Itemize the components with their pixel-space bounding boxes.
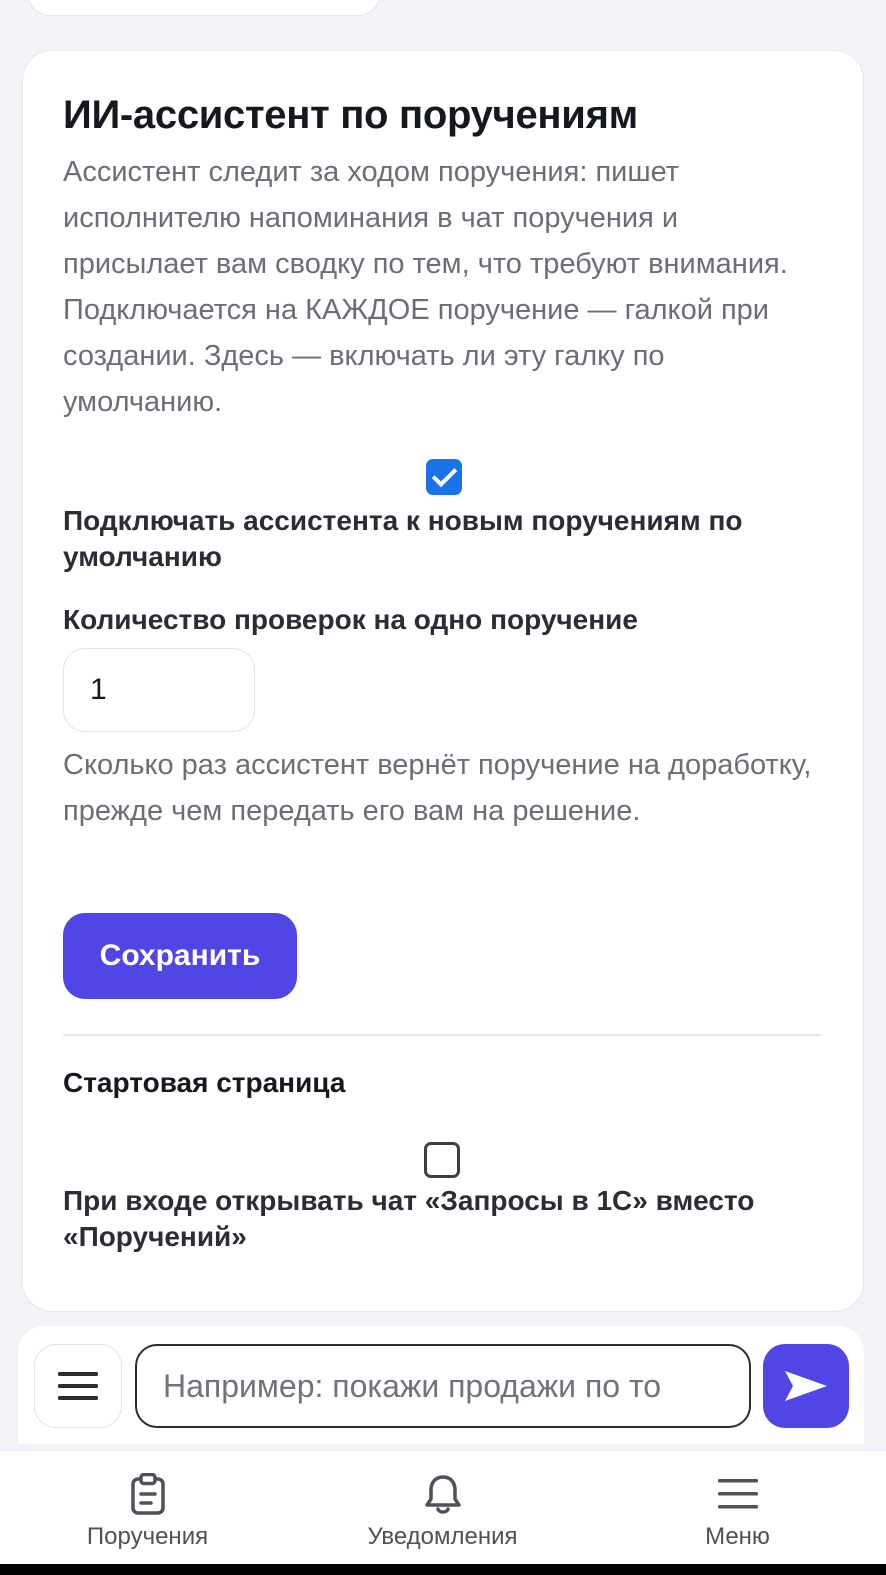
nav-notifications-label: Уведомления xyxy=(367,1523,518,1550)
assistant-settings-card: ИИ-ассистент по поручениям Ассистент сле… xyxy=(22,50,864,1312)
composer-menu-button[interactable] xyxy=(34,1344,122,1428)
nav-menu-label: Меню xyxy=(705,1523,770,1550)
start-page-checkbox-label[interactable]: При входе открывать чат «Запросы в 1С» в… xyxy=(63,1183,825,1255)
card-description: Ассистент следит за ходом поручения: пиш… xyxy=(63,156,788,418)
clipboard-icon xyxy=(130,1473,165,1515)
card-title: ИИ-ассистент по поручениям xyxy=(63,93,638,137)
bell-icon xyxy=(424,1475,461,1514)
checks-count-value: 1 xyxy=(90,673,107,706)
nav-item-menu[interactable]: Меню xyxy=(590,1451,885,1565)
nav-tasks-label: Поручения xyxy=(86,1523,209,1550)
checks-count-help: Сколько раз ассистент вернёт поручение н… xyxy=(63,749,812,827)
previous-card xyxy=(28,0,380,16)
chat-input-placeholder: Например: покажи продажи по то xyxy=(163,1367,662,1404)
chat-composer: Например: покажи продажи по то xyxy=(18,1326,864,1444)
hamburger-icon xyxy=(717,1479,758,1509)
chat-input[interactable]: Например: покажи продажи по то xyxy=(135,1344,751,1428)
checks-count-input[interactable]: 1 xyxy=(63,648,255,732)
section-divider xyxy=(63,1034,821,1036)
settings-page: ИИ-ассистент по поручениям Ассистент сле… xyxy=(0,0,886,1575)
bottom-navigation: Поручения Уведомления Меню xyxy=(0,1450,886,1564)
hamburger-icon xyxy=(58,1372,98,1400)
send-button[interactable] xyxy=(763,1344,849,1428)
nav-item-tasks[interactable]: Поручения xyxy=(0,1451,295,1565)
nav-item-notifications[interactable]: Уведомления xyxy=(295,1451,590,1565)
start-page-checkbox[interactable] xyxy=(424,1142,460,1178)
start-page-title: Стартовая страница xyxy=(63,1067,346,1098)
default-assistant-checkbox[interactable] xyxy=(426,459,462,495)
save-button[interactable]: Сохранить xyxy=(63,913,297,999)
default-assistant-checkbox-label[interactable]: Подключать ассистента к новым поручениям… xyxy=(63,503,825,575)
system-bar xyxy=(0,1564,886,1575)
checks-count-label: Количество проверок на одно поручение xyxy=(63,604,638,635)
send-arrow-icon xyxy=(785,1371,827,1401)
